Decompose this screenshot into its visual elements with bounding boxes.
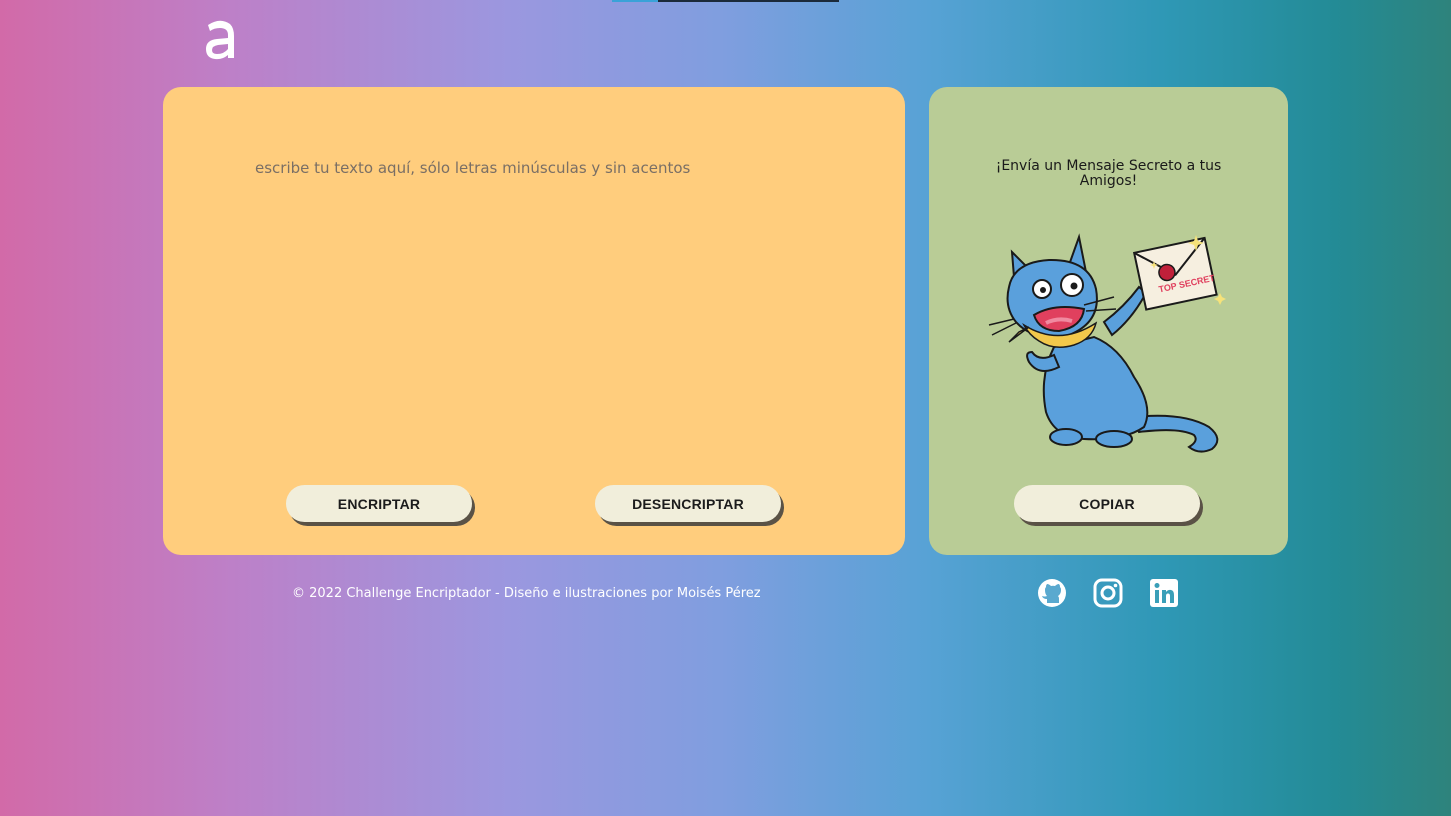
- message-input[interactable]: [253, 157, 857, 461]
- input-card: ENCRIPTAR DESENCRIPTAR: [163, 87, 905, 555]
- instagram-icon[interactable]: [1092, 577, 1124, 609]
- linkedin-icon[interactable]: [1148, 577, 1180, 609]
- footer-copyright: © 2022 Challenge Encriptador - Diseño e …: [292, 586, 761, 601]
- decrypt-button[interactable]: DESENCRIPTAR: [595, 485, 781, 522]
- output-title: ¡Envía un Mensaje Secreto a tus Amigos!: [995, 158, 1222, 189]
- top-scroll-bar-accent: [612, 0, 658, 2]
- github-icon[interactable]: [1036, 577, 1068, 609]
- encrypt-button[interactable]: ENCRIPTAR: [286, 485, 472, 522]
- output-card: ¡Envía un Mensaje Secreto a tus Amigos!: [929, 87, 1288, 555]
- alura-a-logo-icon[interactable]: [202, 14, 238, 64]
- copy-button[interactable]: COPIAR: [1014, 485, 1200, 522]
- cat-holding-secret-letter-icon: TOP SECRET: [988, 233, 1226, 453]
